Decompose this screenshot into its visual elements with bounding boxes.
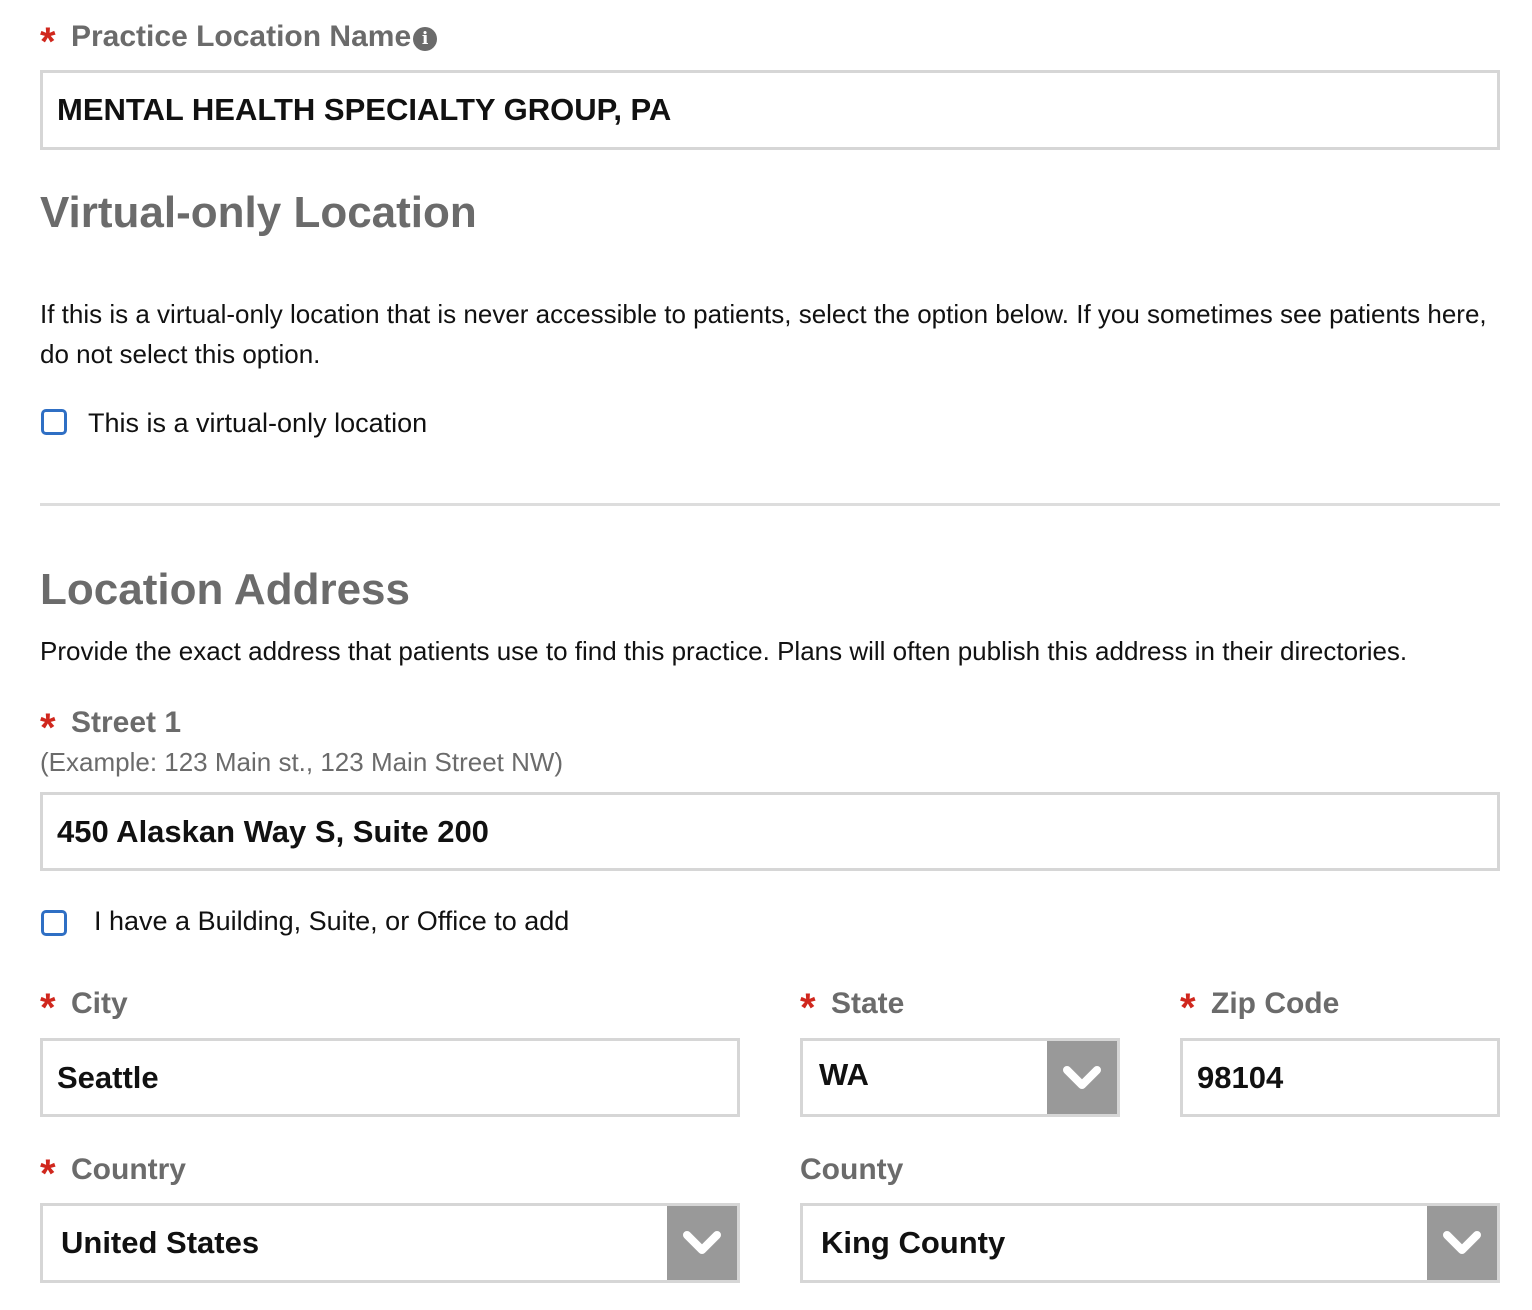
city-label: City: [71, 987, 128, 1020]
county-dropdown-toggle[interactable]: [1427, 1206, 1497, 1280]
zip-input[interactable]: 98104: [1180, 1038, 1500, 1117]
county-select-value: King County: [821, 1225, 1006, 1260]
practice-location-name-input[interactable]: MENTAL HEALTH SPECIALTY GROUP, PA: [40, 70, 1500, 150]
required-marker: *: [1180, 986, 1196, 1030]
suite-checkbox[interactable]: [41, 910, 67, 936]
required-marker: *: [800, 986, 816, 1030]
county-label: County: [800, 1153, 904, 1186]
street1-input[interactable]: 450 Alaskan Way S, Suite 200: [40, 792, 1500, 871]
practice-location-label: Practice Location Name i: [71, 20, 438, 53]
required-marker: *: [40, 20, 56, 64]
county-select[interactable]: King County: [800, 1203, 1500, 1283]
address-section-heading: Location Address: [40, 565, 410, 614]
practice-location-label-text: Practice Location Name: [71, 20, 412, 53]
suite-checkbox-label[interactable]: I have a Building, Suite, or Office to a…: [94, 908, 569, 935]
street1-label: Street 1: [71, 706, 182, 739]
country-select[interactable]: United States: [40, 1203, 740, 1283]
virtual-section-heading: Virtual-only Location: [40, 188, 477, 237]
section-divider: [40, 503, 1500, 506]
country-label: Country: [71, 1153, 186, 1186]
chevron-down-icon: [683, 1231, 721, 1254]
chevron-down-icon: [1063, 1065, 1101, 1089]
address-section-description: Provide the exact address that patients …: [40, 636, 1408, 666]
state-dropdown-toggle[interactable]: [1047, 1041, 1117, 1114]
state-label: State: [831, 987, 905, 1020]
virtual-only-checkbox-label[interactable]: This is a virtual-only location: [88, 410, 427, 437]
required-marker: *: [40, 986, 56, 1030]
state-select-value: WA: [819, 1056, 869, 1092]
zip-label: Zip Code: [1211, 987, 1340, 1020]
country-dropdown-toggle[interactable]: [667, 1206, 737, 1280]
info-circle-icon[interactable]: i: [413, 27, 438, 51]
country-select-value: United States: [61, 1225, 260, 1260]
virtual-only-checkbox[interactable]: [41, 409, 67, 435]
required-marker: *: [40, 706, 56, 750]
chevron-down-icon: [1443, 1231, 1481, 1254]
virtual-section-description: If this is a virtual-only location that …: [40, 299, 1487, 369]
street1-hint: (Example: 123 Main st., 123 Main Street …: [40, 747, 564, 777]
state-select[interactable]: WA: [800, 1038, 1120, 1117]
required-marker: *: [40, 1152, 56, 1196]
city-input[interactable]: Seattle: [40, 1038, 740, 1117]
